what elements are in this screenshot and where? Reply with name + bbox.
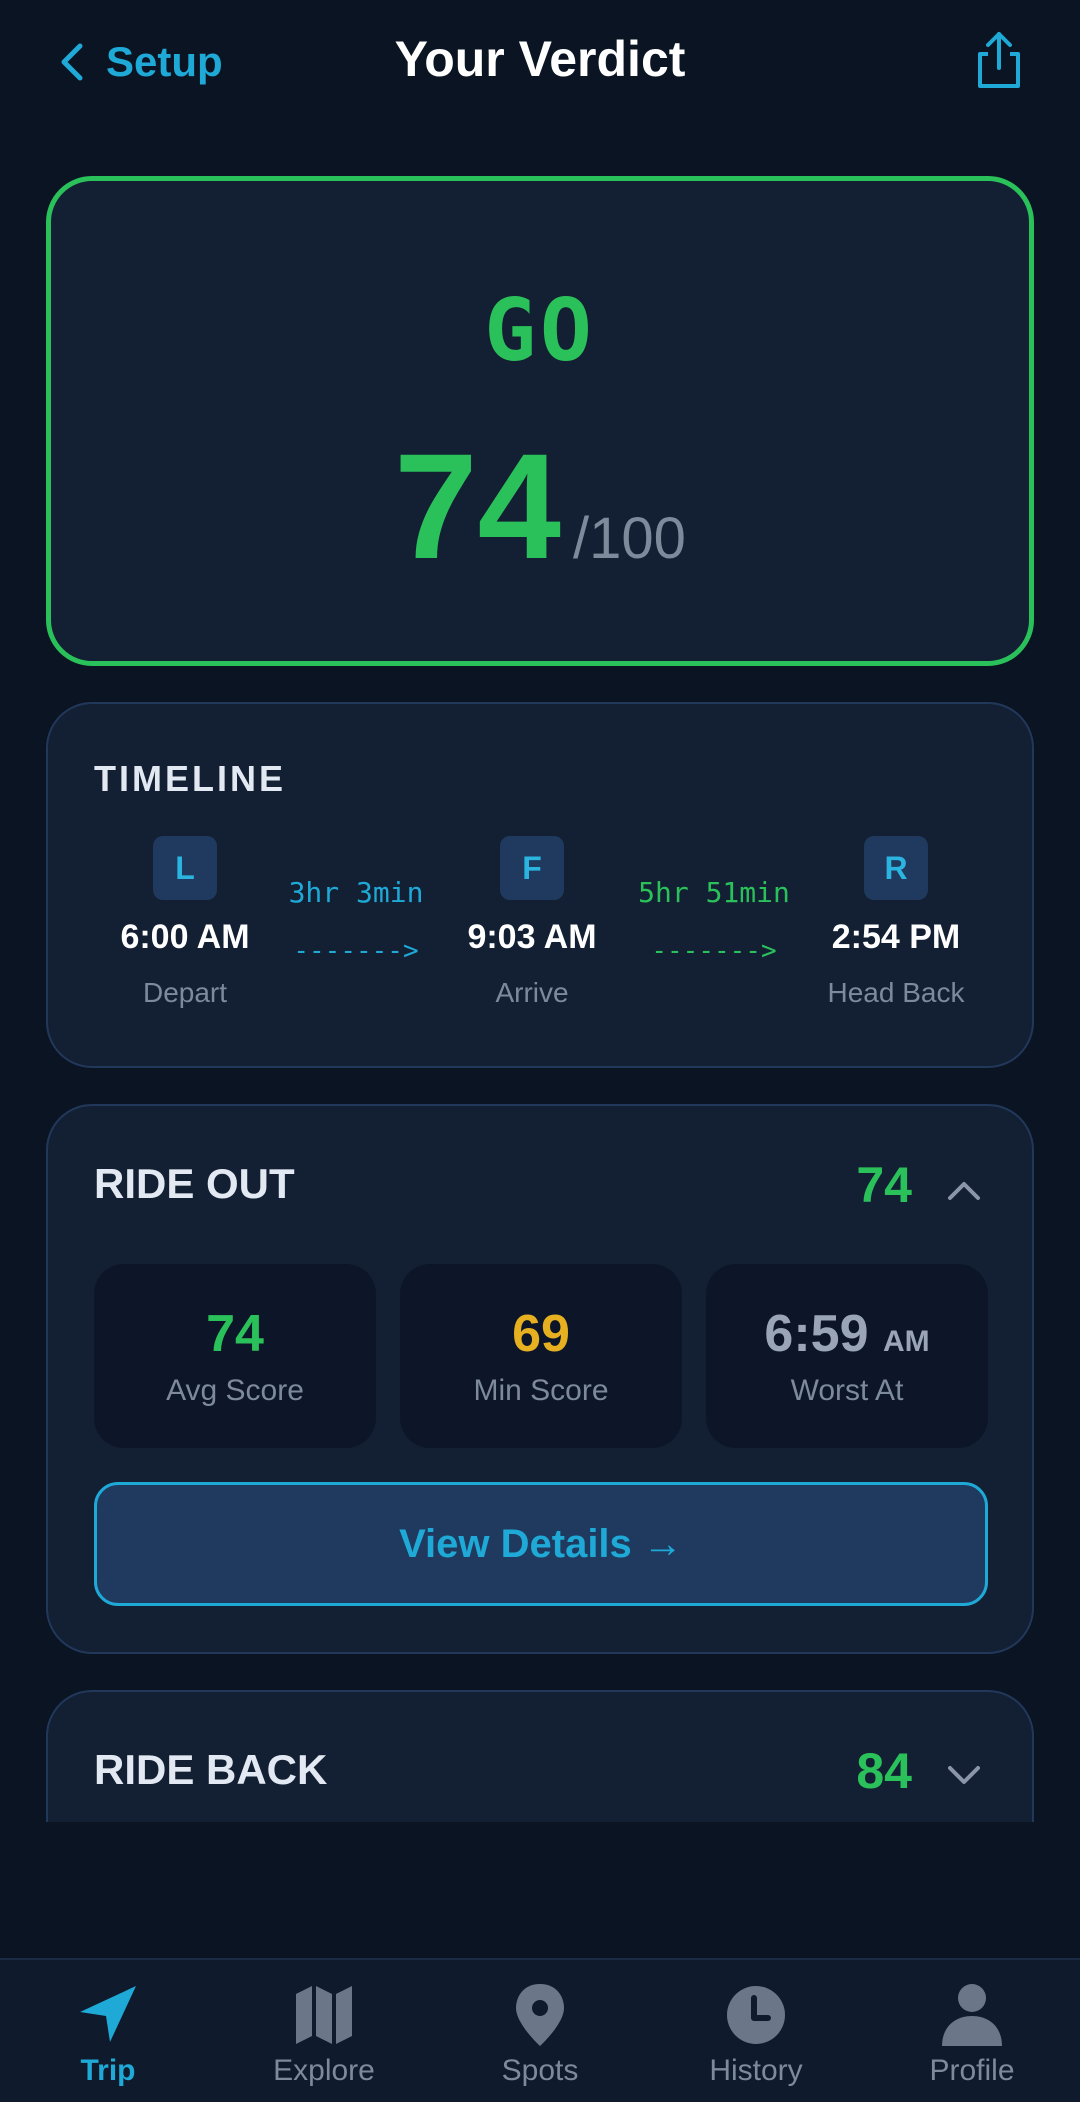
clock-icon: [727, 1986, 785, 2044]
stat-value-suffix: AM: [882, 1325, 930, 1358]
scroll-fade: [0, 1822, 1080, 1962]
nav-label: Profile: [929, 2054, 1015, 2087]
stat-label: Min Score: [473, 1374, 609, 1407]
nav-item-profile[interactable]: Profile: [864, 1960, 1080, 2102]
timeline-title: TIMELINE: [94, 758, 286, 799]
verdict-screen: Setup Your Verdict GO 74 /100 TIMELINE L…: [0, 0, 1080, 2102]
timeline-label: Arrive: [495, 977, 569, 1008]
stat-min-score: 69 Min Score: [400, 1264, 682, 1448]
timeline-leg-duration: 3hr 3min: [288, 876, 424, 909]
timeline-time: 6:00 AM: [120, 918, 250, 956]
stat-value-row: 6:59 AM: [706, 1304, 988, 1364]
verdict-card: GO 74 /100: [46, 176, 1034, 666]
bottom-nav: Trip Explore Spots History Profile: [0, 1958, 1080, 2102]
ride-out-score: 74: [856, 1157, 912, 1213]
nav-item-trip[interactable]: Trip: [0, 1960, 216, 2102]
stat-avg-score: 74 Avg Score: [94, 1264, 376, 1448]
timeline-leg-arrow: ------->: [651, 936, 777, 966]
timeline-time: 9:03 AM: [467, 918, 597, 956]
nav-label: History: [709, 2054, 803, 2087]
share-icon[interactable]: [970, 30, 1028, 92]
timeline-time: 2:54 PM: [831, 918, 961, 956]
ride-back-score: 84: [856, 1743, 912, 1799]
nav-label: Trip: [80, 2054, 136, 2087]
timeline-stop-arrive: F 9:03 AM Arrive: [422, 836, 642, 1009]
chevron-down-icon[interactable]: [944, 1762, 984, 1790]
timeline-label: Depart: [142, 977, 228, 1008]
nav-label: Explore: [273, 2054, 375, 2087]
person-icon: [942, 1984, 1002, 2046]
nav-item-explore[interactable]: Explore: [216, 1960, 432, 2102]
stat-worst-at: 6:59 AM Worst At: [706, 1264, 988, 1448]
page-title: Your Verdict: [394, 31, 686, 87]
timeline-leg-arrow: ------->: [293, 936, 419, 966]
header: Setup Your Verdict: [0, 0, 1080, 124]
navigation-arrow-icon: [80, 1986, 136, 2042]
ride-back-title: RIDE BACK: [94, 1746, 328, 1793]
timeline-badge: R: [864, 836, 928, 900]
stat-value: 6:59: [764, 1305, 869, 1363]
verdict-score: 74: [394, 422, 561, 590]
location-pin-icon: [516, 1984, 564, 2046]
nav-label: Spots: [501, 2054, 579, 2087]
timeline-badge: L: [153, 836, 217, 900]
verdict-score-max: /100: [572, 506, 686, 571]
stat-value: 74: [206, 1305, 264, 1363]
nav-item-history[interactable]: History: [648, 1960, 864, 2102]
timeline-stop-depart: L 6:00 AM Depart: [75, 836, 295, 1009]
ride-out-card: RIDE OUT 74 74 Avg Score 69 Min Score 6:…: [46, 1104, 1034, 1654]
verdict-word: GO: [484, 281, 596, 381]
timeline-label: Head Back: [827, 977, 965, 1008]
map-icon: [296, 1986, 352, 2044]
verdict-score-row: 74 /100: [51, 431, 1029, 581]
ride-out-title: RIDE OUT: [94, 1160, 295, 1207]
timeline-badge: F: [500, 836, 564, 900]
nav-item-spots[interactable]: Spots: [432, 1960, 648, 2102]
chevron-up-icon[interactable]: [944, 1176, 984, 1204]
timeline-card: TIMELINE L 6:00 AM Depart 3hr 3min -----…: [46, 702, 1034, 1068]
stat-label: Worst At: [790, 1374, 904, 1407]
timeline-leg-duration: 5hr 51min: [638, 876, 790, 909]
stat-value: 69: [512, 1305, 570, 1363]
view-details-button[interactable]: View Details →: [94, 1482, 988, 1606]
timeline-stop-head-back: R 2:54 PM Head Back: [786, 836, 1006, 1009]
stat-label: Avg Score: [166, 1374, 304, 1407]
